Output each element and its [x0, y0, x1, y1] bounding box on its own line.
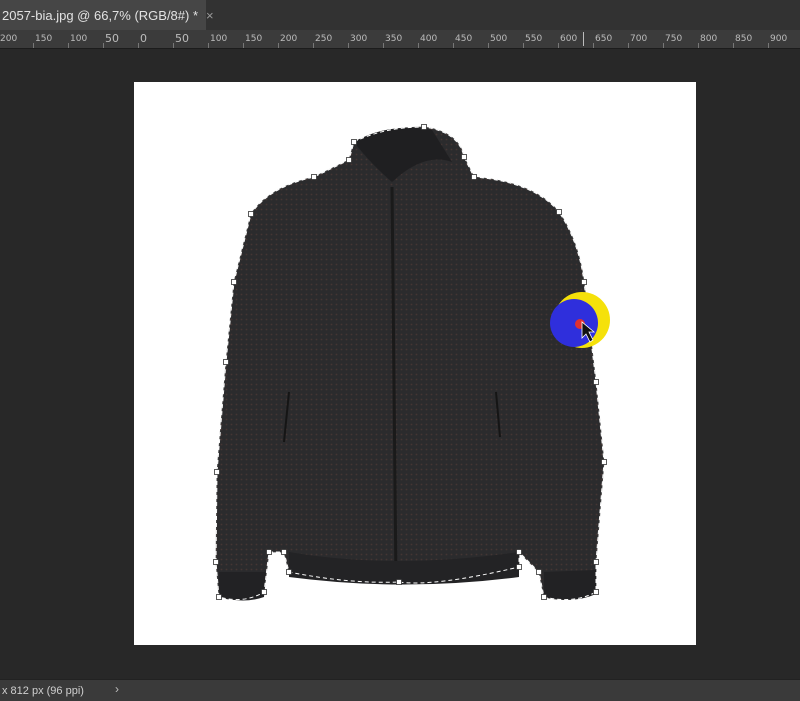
- ruler-label: 50: [105, 32, 119, 45]
- anchor-point[interactable]: [516, 549, 522, 555]
- document-size-info: x 812 px (96 ppi): [2, 684, 84, 697]
- ruler-label: 450: [455, 34, 473, 44]
- anchor-point[interactable]: [541, 594, 547, 600]
- ruler-label: 350: [385, 34, 403, 44]
- ruler-label: 650: [595, 34, 613, 44]
- ruler-label: 100: [70, 34, 88, 44]
- anchor-point[interactable]: [536, 569, 542, 575]
- ruler-tick: [628, 43, 629, 48]
- jacket-shape: [215, 126, 605, 601]
- ruler-label: 200: [280, 34, 298, 44]
- anchor-point[interactable]: [421, 124, 427, 130]
- anchor-point[interactable]: [213, 559, 219, 565]
- ruler-label: 550: [525, 34, 543, 44]
- anchor-point[interactable]: [214, 469, 220, 475]
- ruler-tick: [698, 43, 699, 48]
- ruler-tick: [558, 43, 559, 48]
- horizontal-ruler[interactable]: 200 150 100 50 0 50 100 150 200 250 300 350 400 450 50…: [0, 30, 800, 49]
- image-canvas[interactable]: [134, 82, 696, 645]
- status-menu-arrow-icon[interactable]: ›: [115, 682, 119, 696]
- anchor-point[interactable]: [601, 459, 607, 465]
- ruler-label: 850: [735, 34, 753, 44]
- ruler-tick: [593, 43, 594, 48]
- ruler-tick: [313, 43, 314, 48]
- anchor-point[interactable]: [351, 139, 357, 145]
- ruler-tick: [33, 43, 34, 48]
- anchor-point[interactable]: [216, 594, 222, 600]
- anchor-point[interactable]: [261, 589, 267, 595]
- ruler-tick: [383, 43, 384, 48]
- ruler-tick: [208, 43, 209, 48]
- ruler-cursor-indicator: [583, 32, 584, 46]
- ruler-tick: [103, 43, 104, 48]
- ruler-label: 0: [140, 32, 147, 45]
- ruler-label: 200: [0, 34, 18, 44]
- ruler-label: 750: [665, 34, 683, 44]
- ruler-tick: [278, 43, 279, 48]
- anchor-point[interactable]: [516, 564, 522, 570]
- ruler-label: 600: [560, 34, 578, 44]
- anchor-point[interactable]: [266, 549, 272, 555]
- ruler-tick: [68, 43, 69, 48]
- anchor-point[interactable]: [581, 279, 587, 285]
- ruler-tick: [733, 43, 734, 48]
- ruler-tick: [173, 43, 174, 48]
- ruler-tick: [488, 43, 489, 48]
- ruler-label: 50: [175, 32, 189, 45]
- anchor-point[interactable]: [471, 174, 477, 180]
- anchor-point[interactable]: [286, 569, 292, 575]
- anchor-point[interactable]: [593, 589, 599, 595]
- ruler-tick: [138, 43, 139, 48]
- anchor-point[interactable]: [311, 174, 317, 180]
- ruler-tick: [418, 43, 419, 48]
- workspace[interactable]: [0, 49, 800, 679]
- anchor-point[interactable]: [231, 279, 237, 285]
- ruler-tick: [348, 43, 349, 48]
- ruler-label: 150: [245, 34, 263, 44]
- document-tab-bar: 2057-bia.jpg @ 66,7% (RGB/8#) * ×: [0, 0, 800, 30]
- ruler-label: 800: [700, 34, 718, 44]
- ruler-tick: [768, 43, 769, 48]
- anchor-point[interactable]: [281, 549, 287, 555]
- anchor-point[interactable]: [223, 359, 229, 365]
- anchor-point[interactable]: [556, 209, 562, 215]
- ruler-label: 400: [420, 34, 438, 44]
- ruler-tick: [523, 43, 524, 48]
- ruler-label: 250: [315, 34, 333, 44]
- ruler-label: 700: [630, 34, 648, 44]
- anchor-point[interactable]: [346, 157, 352, 163]
- status-bar: x 812 px (96 ppi) ›: [0, 679, 800, 701]
- anchor-point[interactable]: [461, 154, 467, 160]
- ruler-label: 500: [490, 34, 508, 44]
- ruler-label: 100: [210, 34, 228, 44]
- ruler-label: 150: [35, 34, 53, 44]
- document-tab-title: 2057-bia.jpg @ 66,7% (RGB/8#) *: [2, 7, 199, 23]
- close-tab-icon[interactable]: ×: [206, 8, 214, 23]
- ruler-tick: [453, 43, 454, 48]
- ruler-label: 900: [770, 34, 788, 44]
- jacket-image: [213, 124, 610, 601]
- ruler-tick: [663, 43, 664, 48]
- anchor-point[interactable]: [593, 559, 599, 565]
- anchor-point[interactable]: [593, 379, 599, 385]
- ruler-label: 300: [350, 34, 368, 44]
- ruler-tick: [243, 43, 244, 48]
- anchor-point[interactable]: [248, 211, 254, 217]
- anchor-point[interactable]: [396, 579, 402, 585]
- document-tab[interactable]: 2057-bia.jpg @ 66,7% (RGB/8#) * ×: [0, 0, 214, 30]
